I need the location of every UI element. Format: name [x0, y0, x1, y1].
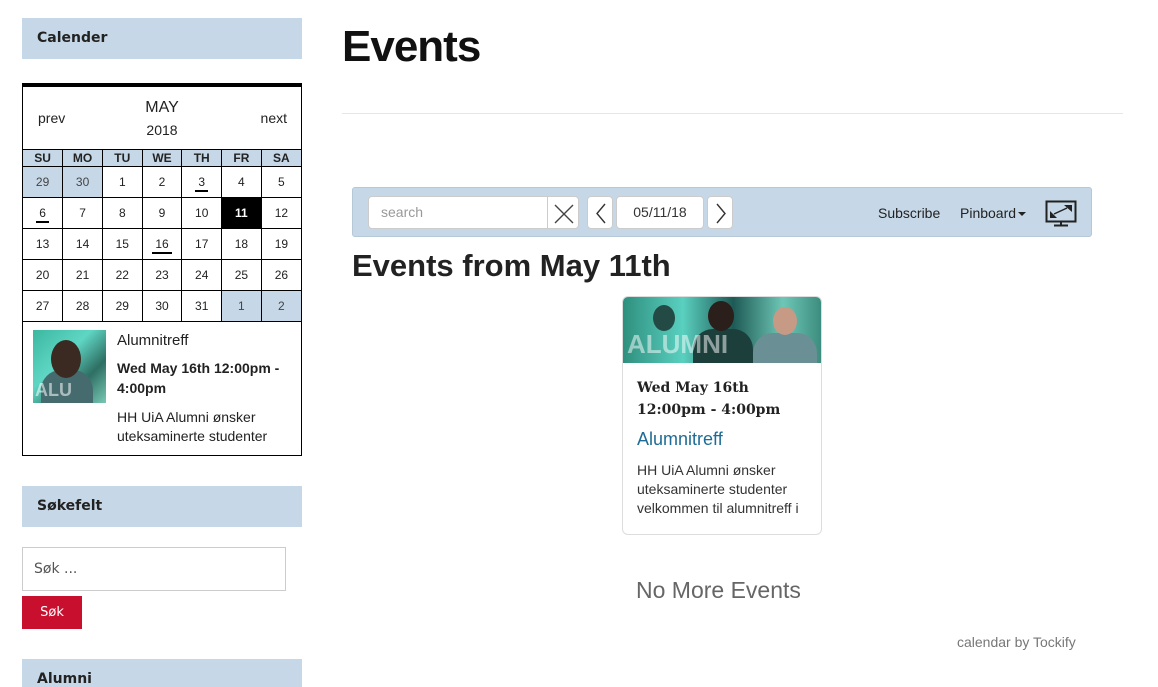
image-person-head	[708, 301, 734, 331]
event-card[interactable]: ALUMNI Wed May 16th 12:00pm - 4:00pm Alu…	[622, 296, 822, 535]
event-card-title[interactable]: Alumnitreff	[637, 429, 723, 450]
calendar-day[interactable]: 1	[101, 166, 143, 198]
event-card-time: Wed May 16th 12:00pm - 4:00pm	[637, 380, 781, 418]
calendar-day[interactable]: 19	[260, 228, 301, 260]
calendar-day-with-event[interactable]: 3	[181, 166, 223, 198]
calendar-day[interactable]: 30	[141, 290, 183, 322]
calendar-day[interactable]: 29	[23, 166, 64, 198]
mini-calendar: prev MAY 2018 next SU MO TU WE TH FR SA …	[22, 83, 302, 456]
calendar-month: MAY	[145, 99, 179, 116]
calendar-day[interactable]: 8	[101, 197, 143, 229]
event-thumbnail[interactable]: ALU	[33, 330, 106, 403]
calendar-day[interactable]: 31	[181, 290, 223, 322]
event-time: Wed May 16th 12:00pm - 4:00pm	[117, 360, 280, 396]
site-search-input[interactable]: Søk ...	[22, 547, 286, 591]
calendar-day[interactable]: 23	[141, 259, 183, 291]
calendar-day[interactable]: 17	[181, 228, 223, 260]
calendar-day[interactable]: 12	[260, 197, 301, 229]
calendar-day[interactable]: 18	[221, 228, 262, 260]
close-icon	[554, 204, 574, 224]
weekday-header: TH	[181, 149, 223, 167]
event-card-image[interactable]: ALUMNI	[623, 297, 821, 363]
calendar-day[interactable]: 22	[101, 259, 143, 291]
calendar-day[interactable]: 25	[221, 259, 262, 291]
title-divider	[342, 113, 1123, 114]
calendar-day[interactable]: 29	[101, 290, 143, 322]
previous-date-button[interactable]	[587, 196, 613, 229]
event-card-description: HH UiA Alumni ønsker uteksaminerte stude…	[637, 462, 799, 516]
next-date-button[interactable]	[707, 196, 733, 229]
image-watermark: ALUMNI	[627, 329, 729, 359]
calendar-day-with-event[interactable]: 6	[23, 197, 64, 229]
image-person-body	[753, 333, 817, 363]
calendar-day[interactable]: 4	[221, 166, 262, 198]
event-description: HH UiA Alumni ønsker uteksaminerte stude…	[117, 409, 268, 444]
weekday-header: SA	[260, 149, 301, 167]
calendar-toolbar: search 05/11/18 Subscribe Pinboard	[352, 187, 1092, 237]
chevron-left-icon	[596, 203, 606, 224]
calendar-day[interactable]: 5	[260, 166, 301, 198]
calendar-header: prev MAY 2018 next	[23, 87, 301, 149]
calendar-day[interactable]: 27	[23, 290, 64, 322]
alumni-widget-header: Alumni	[22, 659, 302, 687]
search-widget-header: Søkefelt	[22, 486, 302, 527]
calendar-day-label: 3	[195, 175, 209, 192]
weekday-header: MO	[62, 149, 103, 167]
calendar-grid: SU MO TU WE TH FR SA 29 30 1 2 3 4 5 6 7	[23, 149, 301, 322]
calendar-day[interactable]: 9	[141, 197, 183, 229]
calendar-day[interactable]: 30	[62, 166, 103, 198]
weekday-header: FR	[221, 149, 262, 167]
weekday-header: TU	[101, 149, 143, 167]
clear-search-button[interactable]	[547, 196, 579, 229]
calendar-year: 2018	[146, 122, 178, 138]
weekday-header: SU	[23, 149, 64, 167]
alumni-widget-title: Alumni	[22, 659, 302, 687]
calendar-day-with-event[interactable]: 16	[141, 228, 183, 260]
chevron-right-icon	[716, 203, 726, 224]
calendar-day[interactable]: 13	[23, 228, 64, 260]
calendar-next-link[interactable]: next	[261, 110, 287, 126]
calendar-day[interactable]: 1	[221, 290, 262, 322]
image-person-head	[773, 307, 797, 335]
no-more-events: No More Events	[636, 577, 801, 603]
event-search-input[interactable]: search	[368, 196, 548, 229]
calendar-day[interactable]: 26	[260, 259, 301, 291]
calendar-day[interactable]: 7	[62, 197, 103, 229]
site-search-button[interactable]: Søk	[22, 596, 82, 629]
calendar-day-label: 6	[36, 206, 49, 223]
event-title[interactable]: Alumnitreff	[117, 332, 188, 349]
calendar-widget-title: Calender	[22, 18, 302, 59]
calendar-day[interactable]: 21	[62, 259, 103, 291]
calendar-day-label: 16	[152, 237, 172, 254]
tockify-credit-link[interactable]: calendar by Tockify	[957, 634, 1076, 650]
pinboard-label: Pinboard	[960, 205, 1017, 221]
subscribe-button[interactable]: Subscribe	[878, 205, 940, 221]
calendar-event-preview[interactable]: ALU Alumnitreff Wed May 16th 12:00pm - 4…	[23, 323, 301, 453]
calendar-day[interactable]: 2	[260, 290, 301, 322]
calendar-day[interactable]: 14	[62, 228, 103, 260]
events-heading: Events from May 11th	[352, 248, 671, 283]
caret-down-icon	[1018, 212, 1027, 217]
calendar-widget-header: Calender	[22, 18, 302, 59]
page-title: Events	[342, 22, 481, 71]
weekday-header: WE	[141, 149, 183, 167]
calendar-day[interactable]: 10	[181, 197, 223, 229]
calendar-day[interactable]: 2	[141, 166, 183, 198]
calendar-day[interactable]: 15	[101, 228, 143, 260]
pinboard-view-dropdown[interactable]: Pinboard	[960, 205, 1027, 221]
date-picker[interactable]: 05/11/18	[616, 196, 704, 229]
calendar-day-selected[interactable]: 11	[221, 197, 262, 229]
monitor-fullscreen-icon	[1045, 200, 1077, 227]
search-widget-title: Søkefelt	[22, 486, 302, 527]
thumbnail-watermark: ALU	[35, 380, 72, 400]
calendar-day[interactable]: 28	[62, 290, 103, 322]
thumbnail-figure-head	[51, 340, 81, 378]
calendar-day[interactable]: 20	[23, 259, 64, 291]
fullscreen-button[interactable]	[1045, 200, 1077, 228]
calendar-day[interactable]: 24	[181, 259, 223, 291]
image-person-head	[653, 305, 675, 331]
